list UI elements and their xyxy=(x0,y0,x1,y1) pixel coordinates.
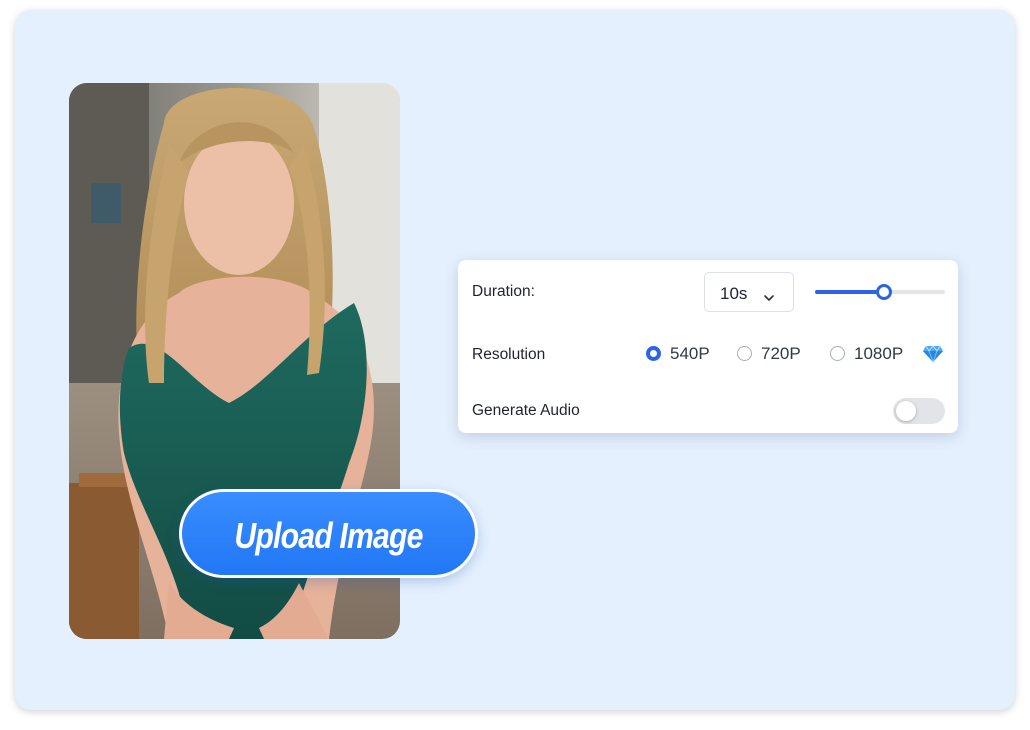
duration-value: 10s xyxy=(720,284,748,303)
chevron-down-icon xyxy=(764,289,774,307)
radio-label: 1080P xyxy=(854,344,904,363)
duration-slider[interactable] xyxy=(815,284,945,300)
generate-audio-toggle[interactable] xyxy=(893,398,945,424)
slider-thumb[interactable] xyxy=(875,284,892,300)
radio-label: 540P xyxy=(670,344,710,363)
radio-dot xyxy=(737,346,752,361)
radio-dot xyxy=(830,346,845,361)
radio-label: 720P xyxy=(761,344,801,363)
resolution-label: Resolution xyxy=(472,346,546,363)
diamond-icon xyxy=(922,345,944,368)
toggle-knob xyxy=(896,401,916,421)
duration-label: Duration: xyxy=(472,283,535,300)
upload-image-label: Upload Image xyxy=(234,515,423,556)
duration-select[interactable]: 10s xyxy=(704,272,794,312)
generate-audio-label: Generate Audio xyxy=(472,402,580,419)
radio-dot xyxy=(646,346,661,361)
slider-fill xyxy=(815,290,884,294)
settings-panel: Duration: 10s Resolution 540P 720P 1080P… xyxy=(458,260,958,433)
upload-image-button[interactable]: Upload Image xyxy=(179,489,478,578)
